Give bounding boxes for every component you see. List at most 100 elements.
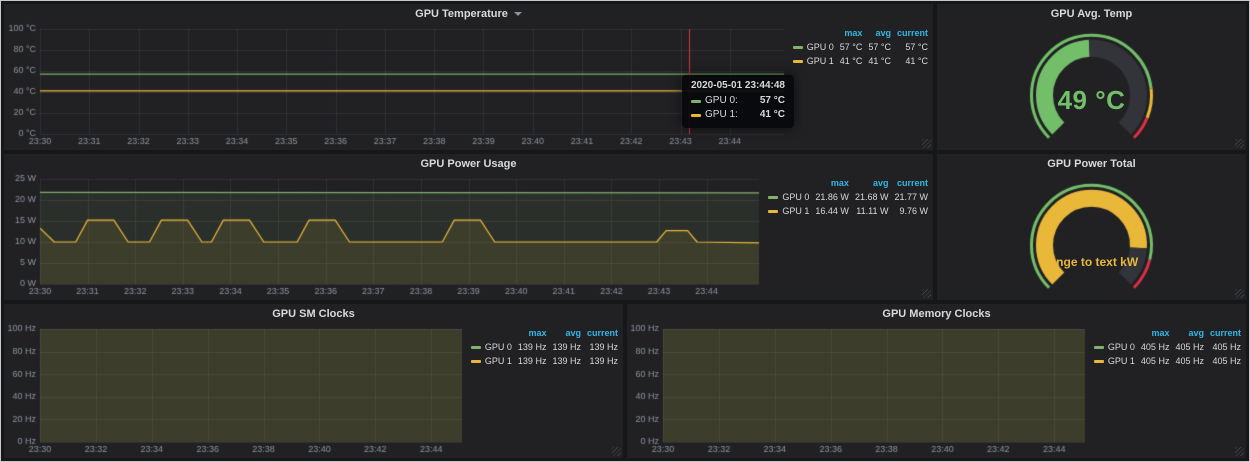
gauge-value-text: range to text kW	[937, 255, 1246, 269]
gpu-power-usage-chart	[4, 173, 765, 300]
gpu-power-usage-chart-canvas[interactable]	[4, 173, 765, 300]
legend-value-current: 57 °C	[894, 40, 931, 54]
legend-row-gpu0: GPU 0 139 Hz 139 Hz 139 Hz	[468, 340, 621, 354]
legend-series-label: GPU 1	[782, 206, 809, 216]
series-color-icon	[768, 210, 778, 213]
legend-header-avg[interactable]: avg	[1172, 326, 1207, 340]
grafana-dashboard: GPU Temperature 2020-05-01 23:44:48 GPU …	[0, 0, 1250, 462]
legend-series-gpu0[interactable]: GPU 0	[790, 40, 837, 54]
series-color-icon	[1094, 360, 1104, 363]
legend-series-label: GPU 1	[1108, 356, 1135, 366]
series-color-icon	[471, 346, 481, 349]
legend-series-label: GPU 0	[485, 342, 512, 352]
tooltip-series-name: GPU 0:	[705, 94, 738, 108]
gpu-memory-clocks-chart	[627, 323, 1091, 458]
legend-value-avg: 405 Hz	[1172, 354, 1207, 368]
legend-series-gpu0[interactable]: GPU 0	[765, 190, 812, 204]
legend-header-max[interactable]: max	[837, 26, 866, 40]
panel-title-text: GPU Memory Clocks	[882, 308, 990, 320]
panel-title-gpu-power-usage[interactable]: GPU Power Usage	[4, 154, 933, 173]
series-color-icon	[793, 46, 803, 49]
chevron-down-icon	[514, 12, 522, 16]
panel-resize-handle[interactable]	[922, 139, 931, 148]
panel-title-gpu-sm-clocks[interactable]: GPU SM Clocks	[4, 304, 623, 323]
legend-value-current: 139 Hz	[584, 340, 621, 354]
legend-row-gpu0: GPU 0 57 °C 57 °C 57 °C	[790, 40, 931, 54]
tooltip-series-value: 57 °C	[760, 94, 785, 108]
legend-value-max: 405 Hz	[1138, 340, 1173, 354]
gpu-sm-clocks-chart-canvas[interactable]	[4, 323, 468, 458]
legend-gpu-memory-clocks: max avg current GPU 0 405 Hz 405 Hz 405 …	[1091, 323, 1246, 458]
legend-value-current: 405 Hz	[1207, 354, 1244, 368]
panel-gpu-power-total: GPU Power Total range to text kW	[937, 154, 1246, 300]
panel-title-gpu-memory-clocks[interactable]: GPU Memory Clocks	[627, 304, 1246, 323]
panel-resize-handle[interactable]	[922, 289, 931, 298]
legend-header-blank	[468, 326, 515, 340]
gpu-power-total-gauge-canvas	[937, 173, 1246, 300]
legend-header-current[interactable]: current	[894, 26, 931, 40]
panel-title-text: GPU Power Usage	[421, 158, 517, 170]
gpu-temperature-chart-canvas[interactable]	[4, 23, 790, 150]
panel-gpu-memory-clocks: GPU Memory Clocks max avg current	[627, 304, 1246, 458]
legend-header-current[interactable]: current	[584, 326, 621, 340]
legend-series-gpu0[interactable]: GPU 0	[1091, 340, 1138, 354]
tooltip-timestamp: 2020-05-01 23:44:48	[691, 80, 785, 91]
legend-value-avg: 11.11 W	[852, 204, 892, 218]
legend-series-gpu1[interactable]: GPU 1	[790, 54, 837, 68]
tooltip-series-name: GPU 1:	[705, 108, 738, 122]
legend-series-label: GPU 0	[782, 192, 809, 202]
gpu-temperature-chart: 2020-05-01 23:44:48 GPU 0: 57 °C GPU 1: …	[4, 23, 790, 150]
legend-header-avg[interactable]: avg	[865, 26, 894, 40]
legend-value-avg: 21.68 W	[852, 190, 892, 204]
legend-value-current: 21.77 W	[891, 190, 931, 204]
legend-header-current[interactable]: current	[891, 176, 931, 190]
legend-header-max[interactable]: max	[1138, 326, 1173, 340]
legend-value-current: 9.76 W	[891, 204, 931, 218]
legend-header-avg[interactable]: avg	[549, 326, 584, 340]
legend-series-label: GPU 0	[807, 42, 834, 52]
series-color-icon	[793, 60, 803, 63]
panel-title-text: GPU Power Total	[1047, 158, 1135, 170]
panel-resize-handle[interactable]	[1235, 289, 1244, 298]
legend-series-gpu0[interactable]: GPU 0	[468, 340, 515, 354]
panel-resize-handle[interactable]	[612, 447, 621, 456]
legend-value-avg: 139 Hz	[549, 354, 584, 368]
panel-gpu-avg-temp: GPU Avg. Temp 49 °C	[937, 4, 1246, 150]
legend-value-max: 21.86 W	[812, 190, 852, 204]
gauge-value-text: 49 °C	[937, 85, 1246, 116]
gpu-memory-clocks-chart-canvas[interactable]	[627, 323, 1091, 458]
legend-header-current[interactable]: current	[1207, 326, 1244, 340]
legend-header-blank	[1091, 326, 1138, 340]
legend-header-max[interactable]: max	[812, 176, 852, 190]
legend-value-max: 41 °C	[837, 54, 866, 68]
chart-tooltip: 2020-05-01 23:44:48 GPU 0: 57 °C GPU 1: …	[682, 75, 794, 128]
legend-header-avg[interactable]: avg	[852, 176, 892, 190]
tooltip-row-gpu0: GPU 0: 57 °C	[691, 94, 785, 108]
legend-gpu-power-usage: max avg current GPU 0 21.86 W 21.68 W 21…	[765, 173, 933, 300]
legend-value-avg: 139 Hz	[549, 340, 584, 354]
legend-value-avg: 41 °C	[865, 54, 894, 68]
dashboard-row-2: GPU Power Usage max avg current	[4, 154, 1246, 300]
legend-series-gpu1[interactable]: GPU 1	[1091, 354, 1138, 368]
legend-series-label: GPU 0	[1108, 342, 1135, 352]
gpu-sm-clocks-chart	[4, 323, 468, 458]
panel-title-gpu-avg-temp[interactable]: GPU Avg. Temp	[937, 4, 1246, 23]
legend-series-gpu1[interactable]: GPU 1	[468, 354, 515, 368]
series-color-icon	[471, 360, 481, 363]
legend-row-gpu1: GPU 1 405 Hz 405 Hz 405 Hz	[1091, 354, 1244, 368]
legend-series-gpu1[interactable]: GPU 1	[765, 204, 812, 218]
tooltip-row-gpu1: GPU 1: 41 °C	[691, 108, 785, 122]
dashboard-row-3: GPU SM Clocks max avg current	[4, 304, 1246, 458]
series-color-icon	[768, 196, 778, 199]
legend-value-max: 139 Hz	[515, 340, 550, 354]
legend-value-avg: 57 °C	[865, 40, 894, 54]
panel-title-gpu-power-total[interactable]: GPU Power Total	[937, 154, 1246, 173]
legend-header-blank	[765, 176, 812, 190]
panel-gpu-sm-clocks: GPU SM Clocks max avg current	[4, 304, 623, 458]
legend-series-label: GPU 1	[485, 356, 512, 366]
panel-resize-handle[interactable]	[1235, 139, 1244, 148]
legend-row-gpu1: GPU 1 41 °C 41 °C 41 °C	[790, 54, 931, 68]
panel-resize-handle[interactable]	[1235, 447, 1244, 456]
legend-header-max[interactable]: max	[515, 326, 550, 340]
panel-title-gpu-temperature[interactable]: GPU Temperature	[4, 4, 933, 23]
